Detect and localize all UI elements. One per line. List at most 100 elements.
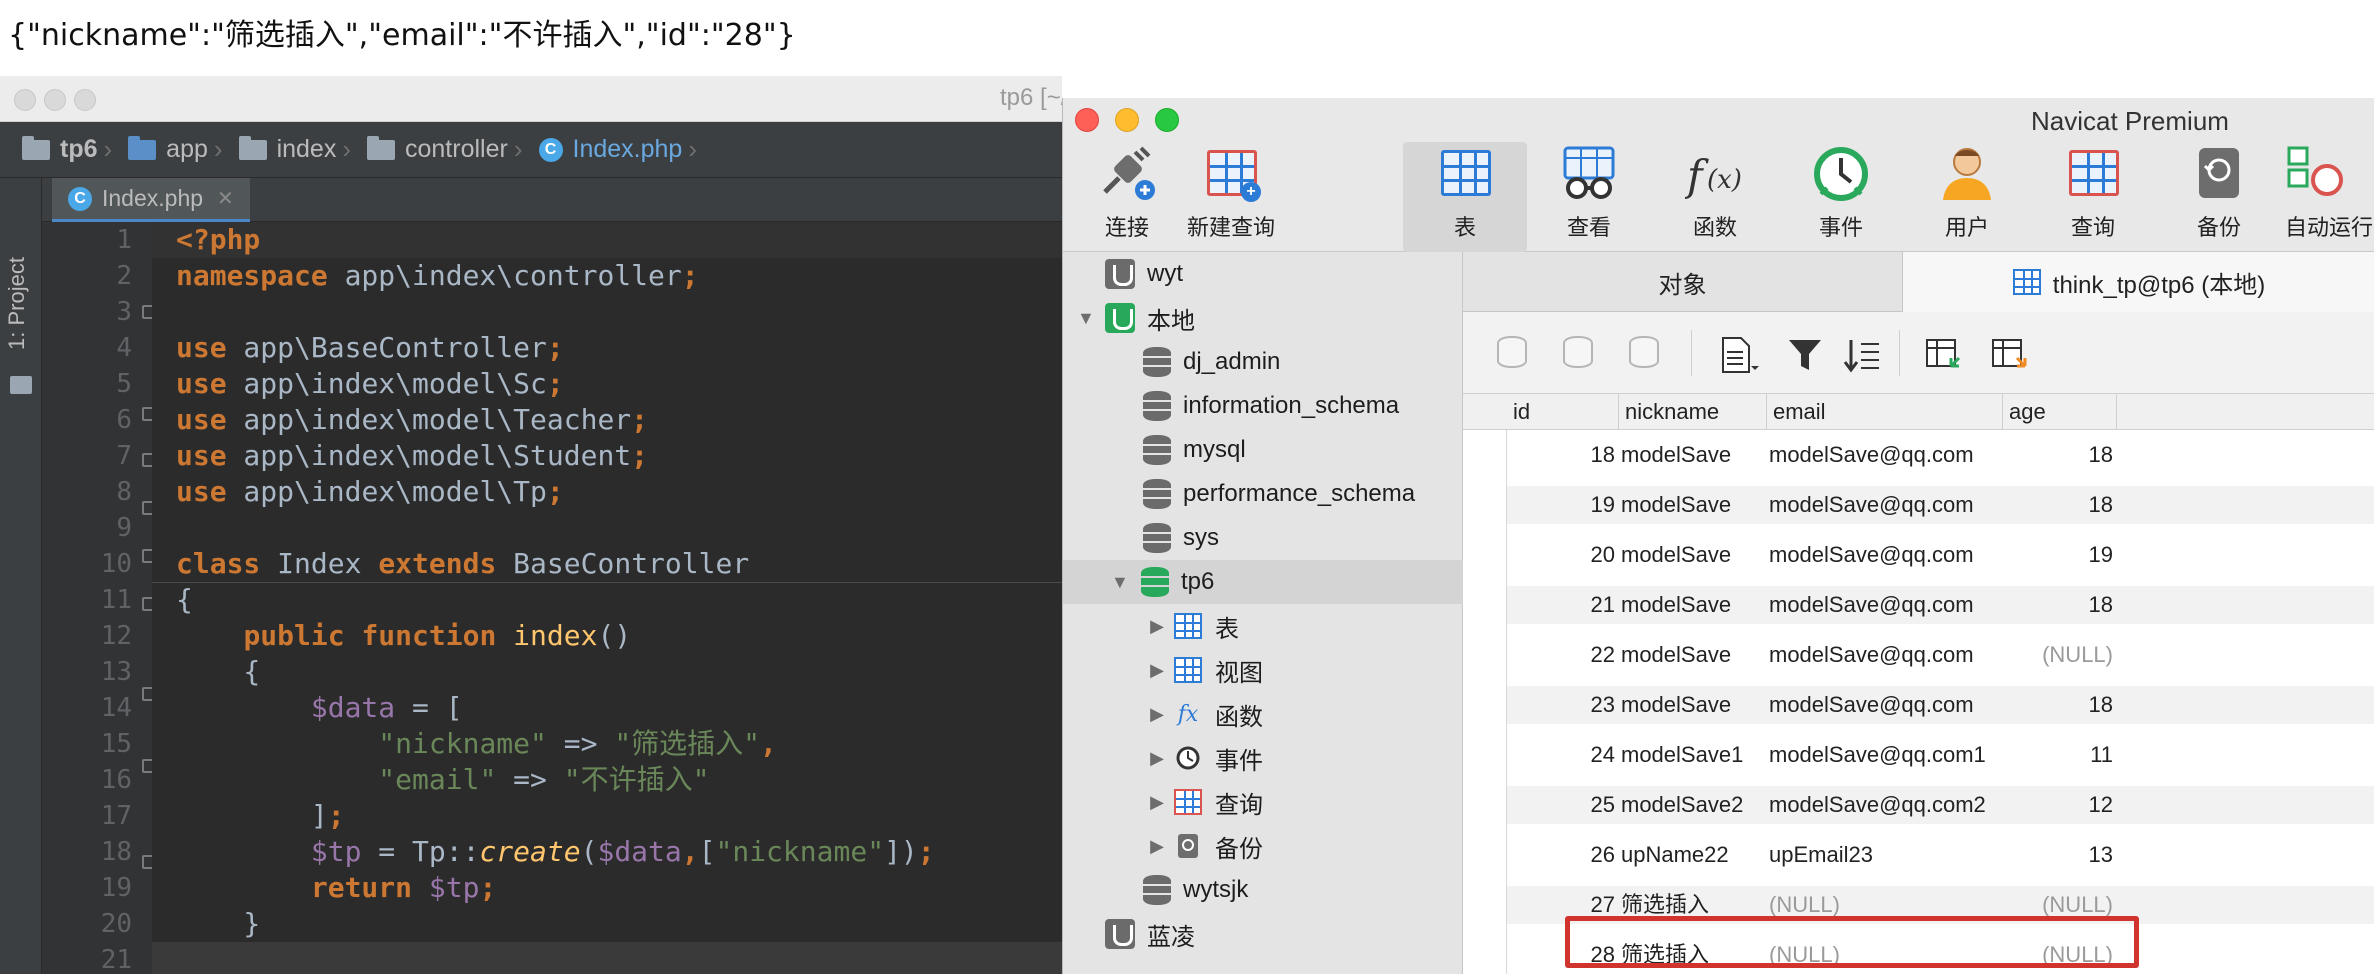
column-header-email[interactable]: email (1767, 394, 2003, 430)
tab-objects[interactable]: 对象 (1463, 252, 1903, 312)
chevron-down-icon[interactable]: ▼ (1111, 572, 1129, 593)
breadcrumb-item-tp6[interactable]: tp6 › (22, 134, 122, 165)
database-item-sys[interactable]: sys (1063, 516, 1463, 560)
tree-item-tables[interactable]: ▶ 表 (1063, 604, 1463, 648)
cell-age[interactable]: (NULL) (2007, 636, 2113, 674)
table-row[interactable]: 25 modelSave2 modelSave@qq.com2 12 (1507, 786, 2374, 824)
cell-id[interactable]: 20 (1507, 536, 1615, 574)
cell-email[interactable]: modelSave@qq.com (1769, 636, 2005, 674)
close-dot-icon[interactable] (14, 89, 36, 111)
cell-id[interactable]: 22 (1507, 636, 1615, 674)
cell-email[interactable]: upEmail23 (1769, 836, 2005, 874)
database-item-mysql[interactable]: mysql (1063, 428, 1463, 472)
event-button[interactable]: 事件 (1781, 142, 1901, 252)
cell-email[interactable]: modelSave@qq.com (1769, 436, 2005, 474)
table-row[interactable]: 26 upName22 upEmail23 13 (1507, 836, 2374, 874)
chevron-right-icon[interactable]: ▶ (1149, 660, 1165, 681)
cell-nickname[interactable]: modelSave1 (1621, 736, 1767, 774)
cell-email[interactable]: modelSave@qq.com (1769, 536, 2005, 574)
cell-email[interactable]: modelSave@qq.com (1769, 686, 2005, 724)
cell-nickname[interactable]: modelSave (1621, 636, 1767, 674)
cell-nickname[interactable]: modelSave (1621, 436, 1767, 474)
tree-item-functions[interactable]: ▶ fx 函数 (1063, 692, 1463, 736)
tree-item-views[interactable]: ▶ 视图 (1063, 648, 1463, 692)
cell-age[interactable]: 18 (2007, 586, 2113, 624)
commit-icon[interactable] (1563, 336, 1603, 374)
column-header-id[interactable]: id (1507, 394, 1619, 430)
cell-id[interactable]: 18 (1507, 436, 1615, 474)
cell-nickname[interactable]: modelSave (1621, 686, 1767, 724)
database-item-wytsjk[interactable]: wytsjk (1063, 868, 1463, 912)
sort-icon[interactable] (1843, 336, 1883, 374)
user-button[interactable]: 用户 (1907, 142, 2027, 252)
cell-nickname[interactable]: modelSave2 (1621, 786, 1767, 824)
chevron-right-icon[interactable]: ▶ (1149, 792, 1165, 813)
tree-item-queries[interactable]: ▶ 查询 (1063, 780, 1463, 824)
tab-think-tp[interactable]: think_tp@tp6 (本地) (1903, 252, 2374, 312)
connection-item-wyt[interactable]: wyt (1063, 252, 1463, 296)
cell-age[interactable]: 12 (2007, 786, 2113, 824)
table-row[interactable]: 23 modelSave modelSave@qq.com 18 (1507, 686, 2374, 724)
cell-email[interactable]: modelSave@qq.com (1769, 486, 2005, 524)
database-item-dj-admin[interactable]: dj_admin (1063, 340, 1463, 384)
chevron-right-icon[interactable]: ▶ (1149, 704, 1165, 725)
cell-id[interactable]: 26 (1507, 836, 1615, 874)
chevron-right-icon[interactable]: ▶ (1149, 836, 1165, 857)
cell-age[interactable]: 18 (2007, 686, 2113, 724)
breadcrumb-item-app[interactable]: app › (128, 134, 232, 165)
cell-nickname[interactable]: modelSave (1621, 486, 1767, 524)
chevron-right-icon[interactable]: ▶ (1149, 748, 1165, 769)
view-button[interactable]: 查看 (1529, 142, 1649, 252)
chevron-right-icon[interactable]: ▶ (1149, 616, 1165, 637)
table-row[interactable]: 22 modelSave modelSave@qq.com (NULL) (1507, 636, 2374, 674)
tree-item-events[interactable]: ▶ 事件 (1063, 736, 1463, 780)
connection-item-lanling[interactable]: 蓝凌 (1063, 912, 1463, 956)
new-query-button[interactable]: + 新建查询 (1151, 142, 1311, 252)
database-item-performance-schema[interactable]: performance_schema (1063, 472, 1463, 516)
cell-email[interactable]: modelSave@qq.com1 (1769, 736, 2005, 774)
column-header-age[interactable]: age (2003, 394, 2117, 430)
connection-item-local[interactable]: ▼ 本地 (1063, 296, 1463, 340)
zoom-dot-icon[interactable] (74, 89, 96, 111)
cell-id[interactable]: 25 (1507, 786, 1615, 824)
table-row[interactable]: 21 modelSave modelSave@qq.com 18 (1507, 586, 2374, 624)
table-row[interactable]: 19 modelSave modelSave@qq.com 18 (1507, 486, 2374, 524)
cell-nickname[interactable]: modelSave (1621, 586, 1767, 624)
project-tool-button[interactable]: 1: Project (4, 257, 30, 350)
table-button[interactable]: 表 (1403, 142, 1527, 252)
cell-age[interactable]: 19 (2007, 536, 2113, 574)
table-row[interactable]: 20 modelSave modelSave@qq.com 19 (1507, 536, 2374, 574)
close-icon[interactable]: ✕ (217, 186, 234, 211)
backup-button[interactable]: 备份 (2159, 142, 2279, 252)
table-row[interactable]: 24 modelSave1 modelSave@qq.com1 11 (1507, 736, 2374, 774)
cell-age[interactable]: 18 (2007, 486, 2113, 524)
filter-icon[interactable] (1785, 336, 1825, 374)
tab-index-php[interactable]: C Index.php ✕ (52, 178, 250, 222)
minimize-dot-icon[interactable] (44, 89, 66, 111)
cell-id[interactable]: 19 (1507, 486, 1615, 524)
column-header-nickname[interactable]: nickname (1619, 394, 1767, 430)
minimize-dot-icon[interactable] (1115, 108, 1139, 132)
cell-id[interactable]: 23 (1507, 686, 1615, 724)
code-editor[interactable]: <?php namespace app\index\controller; us… (152, 222, 1062, 974)
database-item-tp6[interactable]: ▼ tp6 (1063, 560, 1463, 604)
zoom-dot-icon[interactable] (1155, 108, 1179, 132)
export-icon[interactable] (1991, 336, 2031, 374)
cell-id[interactable]: 21 (1507, 586, 1615, 624)
import-icon[interactable] (1925, 336, 1965, 374)
automation-button[interactable]: 自动运行 (2285, 142, 2374, 252)
cell-age[interactable]: 13 (2007, 836, 2113, 874)
table-row[interactable]: 18 modelSave modelSave@qq.com 18 (1507, 436, 2374, 474)
cell-nickname[interactable]: modelSave (1621, 536, 1767, 574)
breadcrumb-item-file[interactable]: C Index.php › (538, 134, 708, 165)
cell-nickname[interactable]: upName22 (1621, 836, 1767, 874)
chevron-down-icon[interactable]: ▼ (1077, 308, 1095, 329)
tree-item-backups[interactable]: ▶ 备份 (1063, 824, 1463, 868)
database-item-information-schema[interactable]: information_schema (1063, 384, 1463, 428)
cell-age[interactable]: 11 (2007, 736, 2113, 774)
breadcrumb-item-controller[interactable]: controller › (367, 134, 533, 165)
function-button[interactable]: f (x) 函数 (1655, 142, 1775, 252)
cell-email[interactable]: modelSave@qq.com2 (1769, 786, 2005, 824)
breadcrumb-item-index[interactable]: index › (238, 134, 361, 165)
cell-id[interactable]: 24 (1507, 736, 1615, 774)
